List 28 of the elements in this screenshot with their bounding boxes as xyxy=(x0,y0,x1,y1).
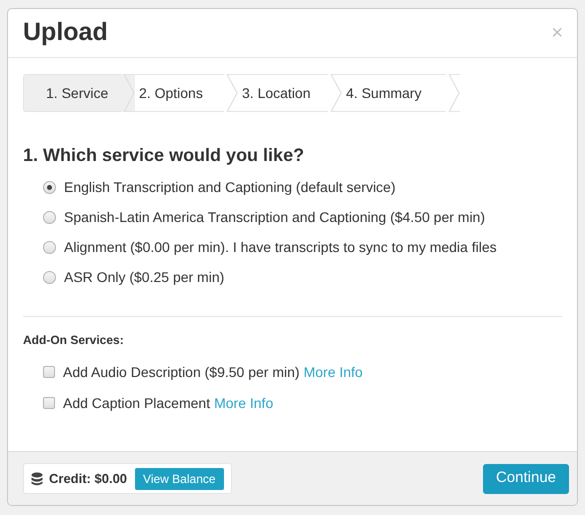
chevron-icon xyxy=(121,74,135,112)
service-label: ASR Only ($0.25 per min) xyxy=(64,268,224,287)
view-balance-button[interactable]: View Balance xyxy=(135,468,224,490)
chevron-icon xyxy=(446,74,460,112)
step-tab[interactable]: 1. Service xyxy=(23,74,135,112)
step-tab[interactable]: 2. Options xyxy=(135,74,238,112)
chevron-icon xyxy=(224,74,238,112)
coins-icon xyxy=(31,472,43,486)
checkbox[interactable] xyxy=(43,366,55,378)
close-button[interactable]: × xyxy=(551,23,563,43)
addon-label: Add Caption Placement xyxy=(63,394,210,413)
more-info-link[interactable]: More Info xyxy=(304,362,363,382)
service-label: Spanish-Latin America Transcription and Captioning ($4.50 per min) xyxy=(64,208,486,227)
chevron-icon xyxy=(328,74,342,112)
radio-button[interactable] xyxy=(43,240,56,254)
credit-amount: Credit: $0.00 xyxy=(49,470,128,488)
service-label: Alignment ($0.00 per min). I have transcripts to sync to my media files xyxy=(64,238,497,257)
addon-label: Add Audio Description ($9.50 per min) xyxy=(63,362,300,382)
radio-button[interactable] xyxy=(43,270,56,284)
addons-heading: Add-On Services: xyxy=(23,332,125,349)
continue-button[interactable]: Continue xyxy=(482,464,569,494)
dialog-title: Upload xyxy=(23,17,108,48)
checkbox[interactable] xyxy=(43,397,55,409)
question-heading: 1. Which service would you like? xyxy=(23,144,306,167)
radio-button[interactable] xyxy=(43,210,56,224)
radio-button[interactable] xyxy=(43,180,56,194)
more-info-link[interactable]: More Info xyxy=(214,392,274,414)
service-label: English Transcription and Captioning (default service) xyxy=(64,178,396,197)
